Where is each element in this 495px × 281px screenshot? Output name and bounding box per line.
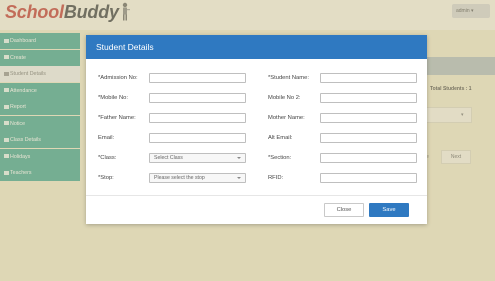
email-input[interactable] — [149, 133, 246, 143]
alt-email-label: Alt Email: — [268, 135, 293, 141]
close-button[interactable]: Close — [324, 203, 364, 217]
mother-name-input[interactable] — [320, 113, 417, 123]
rfid-input[interactable] — [320, 173, 417, 183]
mobile-no-2-label: Mobile No 2: — [268, 95, 301, 101]
modal-title: Student Details — [86, 35, 427, 59]
mobile-no-2-input[interactable] — [320, 93, 417, 103]
student-details-modal: Student Details *Admission No: *Student … — [86, 35, 427, 224]
rfid-label: RFID: — [268, 175, 284, 181]
class-select[interactable]: Select Class — [149, 153, 246, 163]
admission-no-input[interactable] — [149, 73, 246, 83]
save-button[interactable]: Save — [369, 203, 409, 217]
section-input[interactable] — [320, 153, 417, 163]
mobile-no-label: *Mobile No: — [98, 95, 128, 101]
mother-name-label: Mother Name: — [268, 115, 305, 121]
alt-email-input[interactable] — [320, 133, 417, 143]
student-name-input[interactable] — [320, 73, 417, 83]
stop-label: *Stop: — [98, 175, 114, 181]
father-name-label: *Father Name: — [98, 115, 136, 121]
class-label: *Class: — [98, 155, 117, 161]
section-label: *Section: — [268, 155, 292, 161]
email-label: Email: — [98, 135, 115, 141]
modal-footer-divider — [86, 195, 427, 196]
father-name-input[interactable] — [149, 113, 246, 123]
stop-select[interactable]: Please select the stop — [149, 173, 246, 183]
mobile-no-input[interactable] — [149, 93, 246, 103]
admission-no-label: *Admission No: — [98, 75, 138, 81]
student-name-label: *Student Name: — [268, 75, 309, 81]
